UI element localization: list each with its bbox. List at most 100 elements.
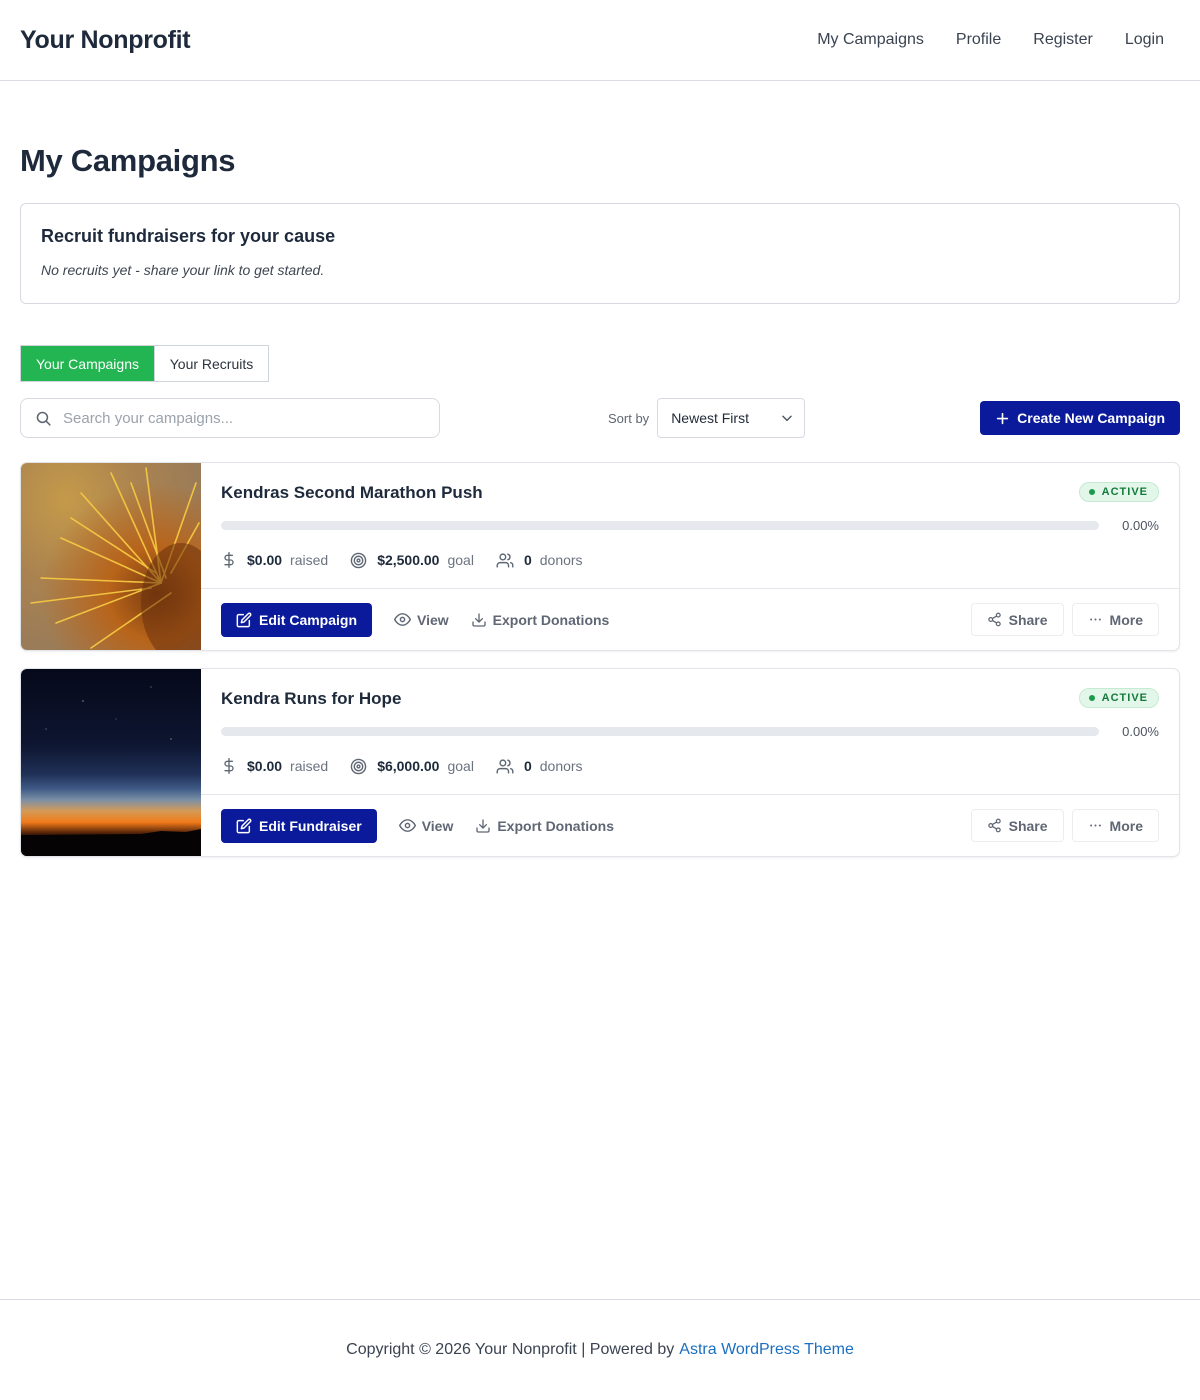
raised-label: raised <box>290 552 329 568</box>
stat-goal: $2,500.00 goal <box>350 552 474 569</box>
export-donations-button[interactable]: Export Donations <box>475 818 614 834</box>
donors-count: 0 <box>523 552 532 568</box>
progress-percent: 0.00% <box>1122 518 1159 533</box>
raised-label: raised <box>290 758 329 774</box>
users-icon <box>496 758 524 775</box>
campaign-stats: $0.00 raised $6,000.00 goal 0 donors <box>221 757 605 775</box>
more-button[interactable]: More <box>1071 809 1159 842</box>
campaign-image[interactable] <box>21 669 201 856</box>
ellipsis-icon <box>1089 824 1101 827</box>
campaign-card: Kendras Second Marathon Push ACTIVE 0.00… <box>20 462 1180 651</box>
raised-amount: $0.00 <box>247 552 283 568</box>
campaign-card-summary: Kendras Second Marathon Push ACTIVE 0.00… <box>201 463 1179 589</box>
site-title[interactable]: Your Nonprofit <box>20 26 191 55</box>
tab-your-recruits[interactable]: Your Recruits <box>154 346 268 381</box>
search-input[interactable] <box>63 409 423 427</box>
view-label: View <box>417 611 449 628</box>
export-donations-label: Export Donations <box>492 611 610 628</box>
site-footer: Copyright © 2026 Your Nonprofit | Powere… <box>0 1299 1200 1400</box>
more-label: More <box>1109 611 1143 628</box>
campaign-image[interactable] <box>21 463 201 650</box>
status-badge-label: ACTIVE <box>1101 692 1148 704</box>
sort-value: Newest First <box>671 410 749 426</box>
share-icon <box>987 818 1001 833</box>
site-header: Your Nonprofit My Campaigns Profile Regi… <box>0 0 1200 81</box>
more-button[interactable]: More <box>1071 603 1159 636</box>
share-label: Share <box>1008 817 1048 834</box>
sort-label: Sort by <box>608 410 650 426</box>
sort-select[interactable]: Newest First <box>657 398 806 438</box>
nav-register[interactable]: Register <box>1033 31 1093 49</box>
dollar-icon <box>221 757 247 775</box>
users-icon <box>496 552 524 569</box>
donors-label: donors <box>539 758 583 774</box>
goal-amount: $2,500.00 <box>377 552 440 568</box>
status-badge: ACTIVE <box>1078 482 1159 502</box>
campaign-card-summary: Kendra Runs for Hope ACTIVE 0.00% $0.00 … <box>201 669 1179 795</box>
share-button[interactable]: Share <box>970 603 1064 636</box>
export-donations-button[interactable]: Export Donations <box>471 611 610 628</box>
stat-raised: $0.00 raised <box>221 551 328 569</box>
stat-donors: 0 donors <box>496 758 583 775</box>
view-label: View <box>421 817 454 834</box>
campaign-card-body: Kendras Second Marathon Push ACTIVE 0.00… <box>201 463 1179 650</box>
stat-goal: $6,000.00 goal <box>350 758 474 775</box>
create-campaign-label: Create New Campaign <box>1017 410 1165 426</box>
recruit-title: Recruit fundraisers for your cause <box>41 226 336 246</box>
status-badge-label: ACTIVE <box>1101 486 1148 498</box>
progress-bar <box>221 521 1099 530</box>
campaign-title[interactable]: Kendra Runs for Hope <box>221 689 401 709</box>
view-button[interactable]: View <box>398 817 454 834</box>
edit-icon <box>236 818 252 833</box>
campaign-card-body: Kendra Runs for Hope ACTIVE 0.00% $0.00 … <box>201 669 1179 856</box>
raised-amount: $0.00 <box>247 758 283 774</box>
campaign-actions: Edit Campaign View Export Donations Shar… <box>201 589 1179 650</box>
secondary-actions: Share More <box>963 809 1159 842</box>
sort-area: Sort by Newest First <box>608 398 806 438</box>
recruit-panel: Recruit fundraisers for your cause No re… <box>20 203 1180 304</box>
target-icon <box>350 758 377 775</box>
edit-fundraiser-button[interactable]: Edit Fundraiser <box>221 808 377 843</box>
target-icon <box>350 552 377 569</box>
campaign-toolbar: Sort by Newest First Create New Campaign <box>20 398 1180 438</box>
share-button[interactable]: Share <box>970 809 1064 842</box>
progress-percent: 0.00% <box>1122 724 1159 739</box>
chevron-down-icon <box>780 411 794 425</box>
nav-profile[interactable]: Profile <box>956 31 1001 49</box>
ellipsis-icon <box>1089 618 1101 621</box>
plus-icon <box>996 412 1009 425</box>
create-campaign-button[interactable]: Create New Campaign <box>980 401 1180 435</box>
recruit-empty-message: No recruits yet - share your link to get… <box>41 262 325 278</box>
nav-my-campaigns[interactable]: My Campaigns <box>817 31 924 49</box>
stat-donors: 0 donors <box>496 552 583 569</box>
main-content: My Campaigns Recruit fundraisers for you… <box>0 143 1200 857</box>
eye-icon <box>398 819 416 832</box>
footer-theme-link[interactable]: Astra WordPress Theme <box>679 1341 854 1359</box>
download-icon <box>476 818 491 833</box>
edit-campaign-label: Edit Campaign <box>259 611 358 628</box>
edit-campaign-button[interactable]: Edit Campaign <box>221 602 373 637</box>
status-dot-icon <box>1088 695 1095 701</box>
campaign-stats: $0.00 raised $2,500.00 goal 0 donors <box>221 551 605 569</box>
search-icon <box>35 410 52 427</box>
share-icon <box>987 612 1001 627</box>
campaign-title[interactable]: Kendras Second Marathon Push <box>221 483 483 503</box>
edit-icon <box>236 612 252 627</box>
edit-fundraiser-label: Edit Fundraiser <box>259 817 362 834</box>
tab-your-campaigns[interactable]: Your Campaigns <box>21 346 154 381</box>
status-dot-icon <box>1088 489 1095 495</box>
footer-copyright: Copyright © 2026 Your Nonprofit | Powere… <box>346 1341 675 1358</box>
goal-label: goal <box>447 552 474 568</box>
campaign-list: Kendras Second Marathon Push ACTIVE 0.00… <box>20 462 1180 857</box>
download-icon <box>472 612 486 627</box>
stat-raised: $0.00 raised <box>221 757 328 775</box>
nav-login[interactable]: Login <box>1125 31 1164 49</box>
main-nav: My Campaigns Profile Register Login <box>785 31 1180 49</box>
more-label: More <box>1109 817 1143 834</box>
export-donations-label: Export Donations <box>497 817 615 834</box>
view-button[interactable]: View <box>394 611 449 628</box>
share-label: Share <box>1008 611 1048 628</box>
search-box <box>20 398 440 438</box>
donors-count: 0 <box>523 758 532 774</box>
secondary-actions: Share More <box>963 603 1159 636</box>
